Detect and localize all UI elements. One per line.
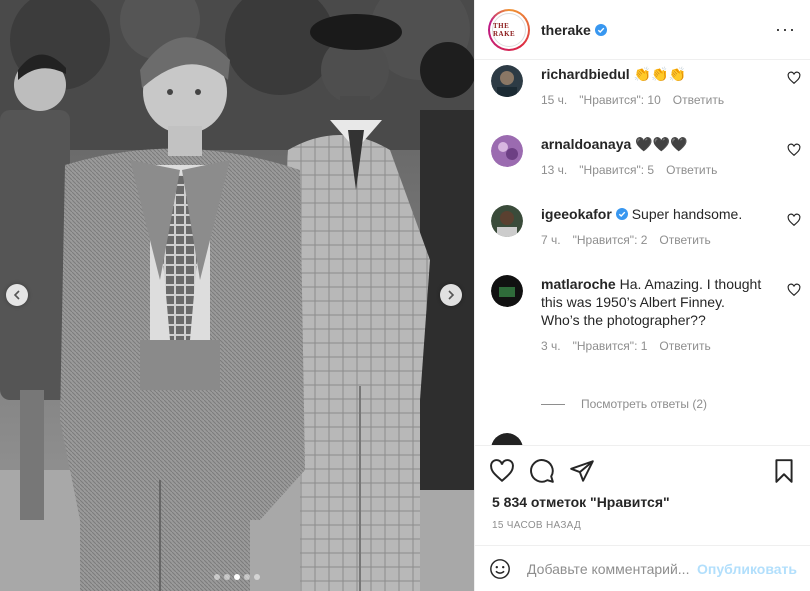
- comment-likes[interactable]: "Нравится": 5: [579, 163, 654, 177]
- add-comment-input[interactable]: [527, 560, 698, 577]
- comment-avatar[interactable]: [491, 205, 523, 237]
- comments-list[interactable]: richardbiedul 👏👏👏 15 ч. "Нравится": 10 О…: [475, 61, 810, 445]
- comment-time[interactable]: 15 ч.: [541, 93, 567, 107]
- comment-username[interactable]: igeeokafor: [541, 206, 612, 222]
- post-timestamp[interactable]: 15 ЧАСОВ НАЗАД: [492, 520, 581, 531]
- comment-text: 🖤🖤🖤: [635, 136, 688, 152]
- post-photo[interactable]: [0, 0, 474, 591]
- view-replies-label: Посмотреть ответы (2): [581, 397, 708, 411]
- carousel-dot: [224, 574, 230, 580]
- comment-username[interactable]: matlaroche: [541, 276, 616, 292]
- comment-likes[interactable]: "Нравится": 1: [573, 339, 648, 353]
- comment-time[interactable]: 13 ч.: [541, 163, 567, 177]
- chevron-right-icon: [448, 290, 455, 300]
- reply-button[interactable]: Ответить: [659, 339, 710, 353]
- therake-logo: THE RAKE: [492, 12, 526, 47]
- verified-badge-icon: [594, 23, 607, 36]
- avatar[interactable]: THE RAKE: [488, 8, 530, 51]
- comment-item: [491, 433, 801, 445]
- comment-item: igeeokafor Super handsome. 7 ч. "Нравитс…: [491, 205, 801, 247]
- comment-item: arnaldoanaya 🖤🖤🖤 13 ч. "Нравится": 5 Отв…: [491, 135, 801, 177]
- post-actions: 5 834 отметок "Нравится" 15 ЧАСОВ НАЗАД: [475, 445, 810, 545]
- post-panel: THE RAKE therake ··· richardbiedul 👏👏👏 1…: [474, 0, 810, 591]
- like-heart-icon[interactable]: [489, 458, 515, 484]
- comment-avatar[interactable]: [491, 433, 523, 445]
- carousel-dot: [234, 574, 240, 580]
- comment-icon[interactable]: [529, 458, 555, 484]
- more-options-icon[interactable]: ···: [775, 19, 796, 40]
- comment-avatar[interactable]: [491, 65, 523, 97]
- post-header: THE RAKE therake ···: [475, 0, 810, 60]
- emoji-icon[interactable]: [489, 556, 511, 582]
- comment-time[interactable]: 3 ч.: [541, 339, 561, 353]
- comment-text: Super handsome.: [631, 206, 743, 222]
- carousel-dot: [214, 574, 220, 580]
- comment-username[interactable]: richardbiedul: [541, 66, 630, 82]
- comment-username[interactable]: arnaldoanaya: [541, 136, 631, 152]
- post-comment-button[interactable]: Опубликовать: [697, 561, 797, 577]
- comment-likes[interactable]: "Нравится": 2: [573, 233, 648, 247]
- like-comment-heart-icon[interactable]: [787, 283, 801, 297]
- next-slide-button[interactable]: [440, 284, 462, 306]
- header-username[interactable]: therake: [541, 22, 591, 38]
- replies-divider: [541, 403, 565, 405]
- comment-avatar[interactable]: [491, 135, 523, 167]
- comment-likes[interactable]: "Нравится": 10: [579, 93, 661, 107]
- verified-badge-icon: [615, 208, 628, 220]
- share-icon[interactable]: [569, 458, 595, 484]
- comment-item: richardbiedul 👏👏👏 15 ч. "Нравится": 10 О…: [491, 65, 801, 107]
- add-comment-bar: Опубликовать: [475, 545, 810, 591]
- reply-button[interactable]: Ответить: [666, 163, 717, 177]
- bookmark-icon[interactable]: [771, 458, 797, 484]
- comment-time[interactable]: 7 ч.: [541, 233, 561, 247]
- view-replies-button[interactable]: Посмотреть ответы (2): [541, 397, 707, 411]
- like-comment-heart-icon[interactable]: [787, 143, 801, 157]
- comment-text: 👏👏👏: [633, 66, 686, 82]
- previous-slide-button[interactable]: [6, 284, 28, 306]
- reply-button[interactable]: Ответить: [673, 93, 724, 107]
- like-comment-heart-icon[interactable]: [787, 71, 801, 85]
- photo-image: [0, 0, 474, 591]
- carousel-dot: [244, 574, 250, 580]
- like-comment-heart-icon[interactable]: [787, 213, 801, 227]
- reply-button[interactable]: Ответить: [659, 233, 710, 247]
- carousel-indicator: [0, 574, 474, 580]
- likes-count[interactable]: 5 834 отметок "Нравится": [492, 494, 670, 510]
- chevron-left-icon: [13, 290, 20, 300]
- carousel-dot: [254, 574, 260, 580]
- comment-item: matlaroche Ha. Amazing. I thought this w…: [491, 275, 801, 353]
- comment-avatar[interactable]: [491, 275, 523, 307]
